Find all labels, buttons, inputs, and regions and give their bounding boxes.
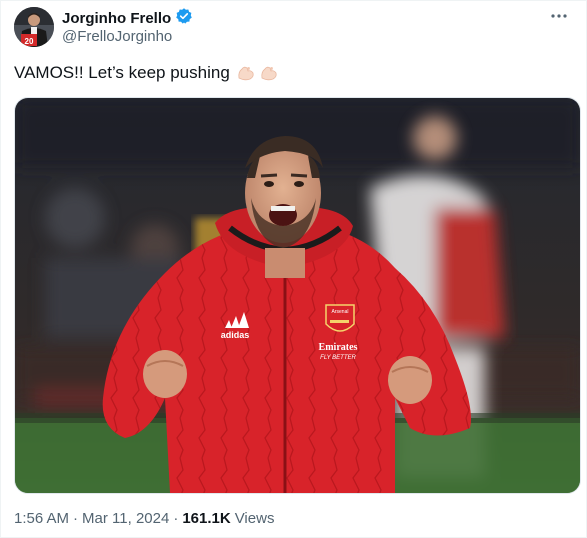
avatar-image: 20 bbox=[14, 7, 54, 47]
arsenal-crest: Arsenal bbox=[325, 304, 355, 332]
sponsor-tagline: FLY BETTER bbox=[320, 355, 356, 361]
flexed-biceps-icon bbox=[261, 66, 277, 81]
player-photo: adidas Arsenal Emirates FLY BETTER bbox=[15, 98, 580, 493]
author-handle[interactable]: @FrelloJorginho bbox=[62, 28, 172, 45]
author-name-row: Jorginho Frello bbox=[62, 7, 193, 30]
flexed-biceps-icon bbox=[238, 66, 254, 81]
tweet-text-row: VAMOS!! Let’s keep pushing bbox=[14, 62, 279, 84]
meta-separator: · bbox=[73, 510, 79, 527]
tweet-date[interactable]: Mar 11, 2024 bbox=[82, 510, 169, 527]
tweet-card: 20 Jorginho Frello @FrelloJorginho VAMOS… bbox=[0, 0, 587, 538]
author-name[interactable]: Jorginho Frello bbox=[62, 10, 171, 27]
jacket-brand-text: adidas bbox=[221, 330, 250, 340]
views-label: Views bbox=[234, 510, 275, 527]
crest-text: Arsenal bbox=[332, 309, 349, 315]
verified-badge-icon bbox=[175, 7, 193, 30]
meta-separator: · bbox=[173, 510, 179, 527]
sponsor-text: Emirates bbox=[319, 342, 358, 353]
tweet-meta: 1:56 AM · Mar 11, 2024 · 161.1K Views bbox=[14, 510, 274, 527]
avatar-jersey-number: 20 bbox=[25, 37, 34, 46]
more-options-icon[interactable] bbox=[544, 3, 574, 29]
tweet-media-photo[interactable]: adidas Arsenal Emirates FLY BETTER bbox=[14, 97, 581, 494]
views-count: 161.1K bbox=[182, 510, 231, 527]
author-avatar[interactable]: 20 bbox=[14, 7, 54, 47]
tweet-emoji-group bbox=[236, 63, 279, 83]
tweet-time[interactable]: 1:56 AM bbox=[14, 510, 69, 527]
tweet-text: VAMOS!! Let’s keep pushing bbox=[14, 63, 230, 82]
